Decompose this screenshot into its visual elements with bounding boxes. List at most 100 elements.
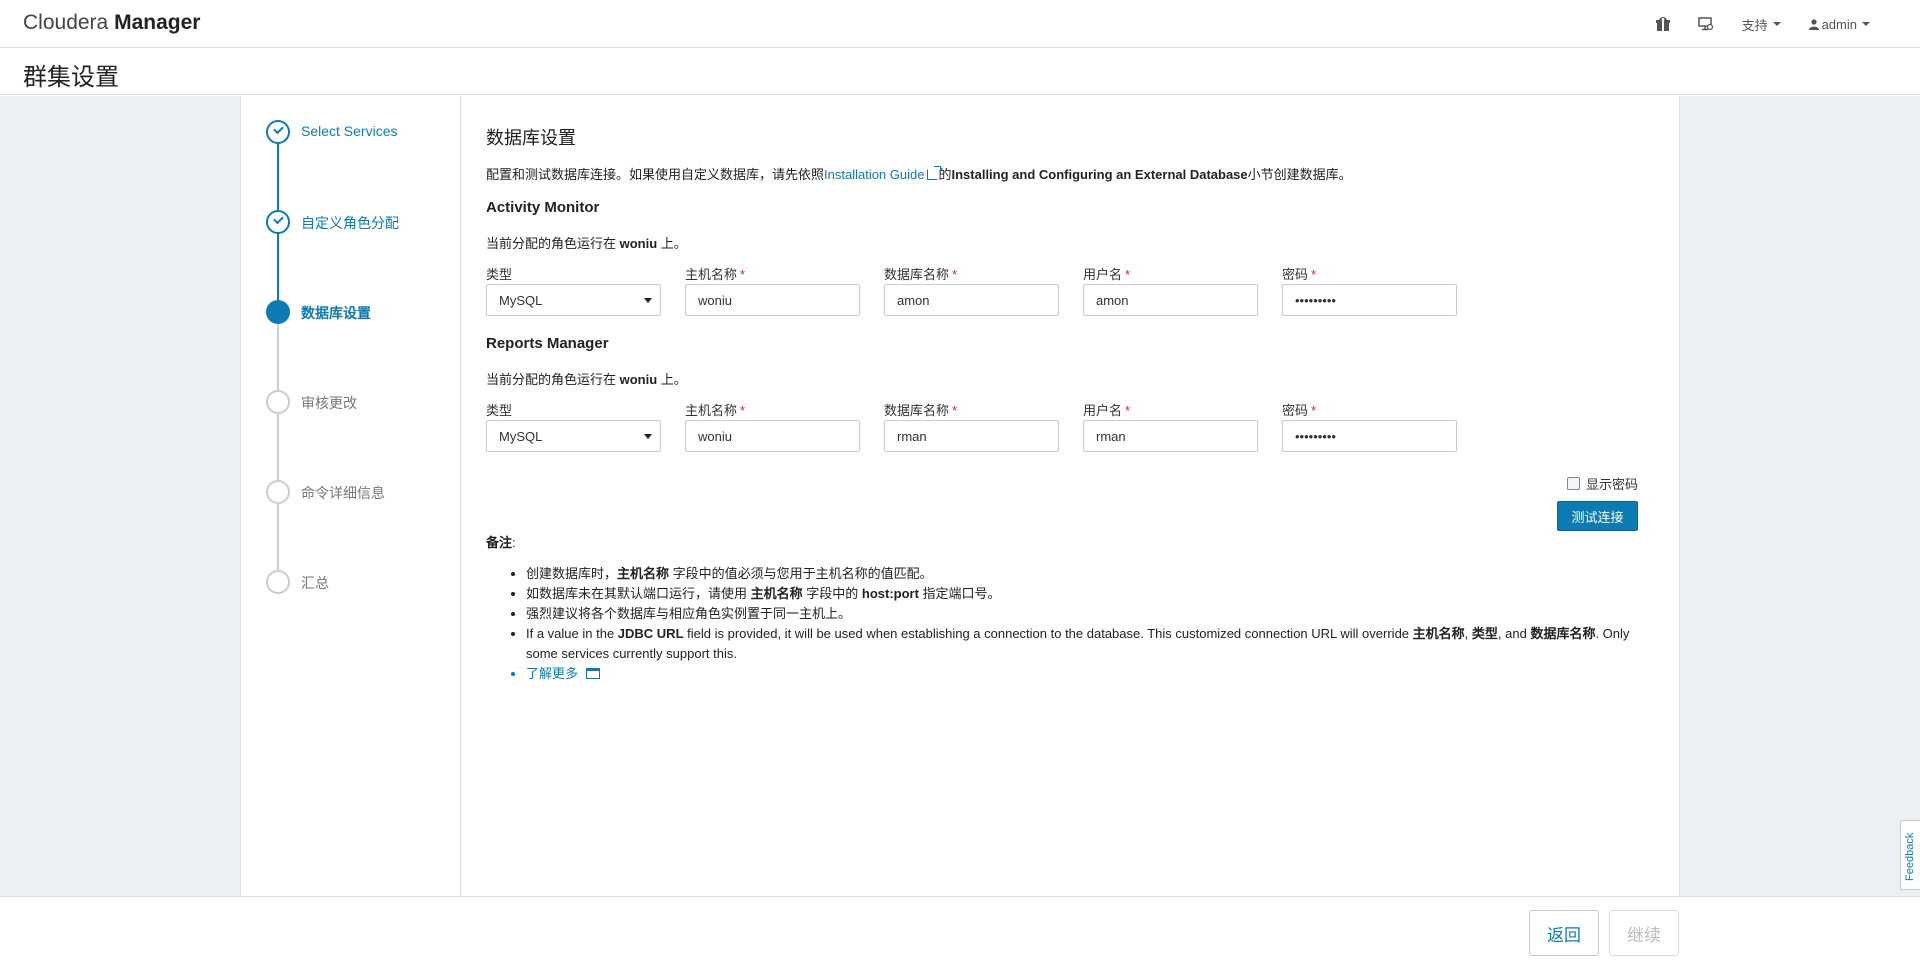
- user-icon: [1808, 18, 1819, 30]
- required-mark: *: [1125, 267, 1131, 282]
- user-label-text: 用户名: [1083, 403, 1123, 418]
- activity-monitor-title: Activity Monitor: [486, 199, 600, 216]
- user-label: 用户名 *: [1083, 400, 1258, 420]
- am-password-field: 密码 * •••••••••: [1282, 264, 1457, 316]
- select-arrow-icon: [644, 298, 652, 303]
- step-review-changes: 审核更改: [241, 390, 461, 420]
- wizard-content: 数据库设置 配置和测试数据库连接。如果使用自定义数据库，请先依照Installa…: [486, 96, 1656, 896]
- brand-logo[interactable]: Cloudera Manager: [23, 11, 200, 35]
- step-label: 命令详细信息: [301, 485, 385, 501]
- reports-manager-title: Reports Manager: [486, 335, 609, 352]
- required-mark: *: [1311, 267, 1317, 282]
- required-mark: *: [952, 403, 958, 418]
- rm-type-field: 类型 MySQL: [486, 400, 661, 452]
- required-mark: *: [740, 403, 746, 418]
- am-type-select[interactable]: MySQL: [486, 284, 661, 316]
- monitor-icon: [1697, 17, 1713, 31]
- pending-step-icon: [266, 480, 290, 504]
- gift-icon: [1655, 17, 1670, 31]
- show-password-checkbox[interactable]: [1566, 477, 1580, 490]
- step-role-assignment[interactable]: 自定义角色分配: [241, 210, 461, 240]
- installation-guide-label: Installation Guide: [824, 167, 925, 182]
- nav-right: 支持 admin: [1642, 0, 1884, 48]
- assigned-after: 上。: [657, 372, 687, 387]
- assigned-before: 当前分配的角色运行在: [486, 372, 620, 387]
- step-label: 审核更改: [301, 395, 357, 411]
- chevron-down-icon: [1772, 22, 1781, 26]
- notes-colon: :: [512, 535, 516, 550]
- am-db-input[interactable]: amon: [884, 284, 1059, 316]
- db-label-text: 数据库名称: [884, 267, 950, 282]
- feedback-tab[interactable]: Feedback: [1900, 820, 1920, 890]
- step-label: 数据库设置: [301, 305, 371, 321]
- host-label: 主机名称 *: [685, 264, 860, 284]
- am-password-input[interactable]: •••••••••: [1282, 284, 1457, 316]
- support-label: 支持: [1741, 17, 1768, 33]
- list-item: 创建数据库时，主机名称 字段中的值必须与您用于主机名称的值匹配。: [526, 564, 1656, 584]
- check-icon: [266, 120, 290, 144]
- wizard-footer: 返回 继续: [0, 896, 1920, 969]
- required-mark: *: [1311, 403, 1317, 418]
- rm-password-input[interactable]: •••••••••: [1282, 420, 1457, 452]
- activity-monitor-assigned: 当前分配的角色运行在 woniu 上。: [486, 233, 687, 252]
- rm-user-input[interactable]: rman: [1083, 420, 1258, 452]
- assigned-before: 当前分配的角色运行在: [486, 236, 620, 251]
- active-step-icon: [266, 300, 290, 324]
- learn-more-link[interactable]: 了解更多: [526, 666, 578, 681]
- select-arrow-icon: [644, 434, 652, 439]
- password-label-text: 密码: [1282, 403, 1309, 418]
- required-mark: *: [740, 267, 746, 282]
- pending-step-icon: [266, 570, 290, 594]
- show-password-toggle[interactable]: 显示密码: [1566, 474, 1638, 493]
- rm-user-field: 用户名 * rman: [1083, 400, 1258, 452]
- required-mark: *: [952, 267, 958, 282]
- intro-bold: Installing and Configuring an External D…: [951, 167, 1248, 182]
- continue-button[interactable]: 继续: [1609, 910, 1679, 956]
- am-type-field: 类型 MySQL: [486, 264, 661, 316]
- top-navbar: Cloudera Manager 支持 admin: [0, 0, 1920, 48]
- step-database-setup[interactable]: 数据库设置: [241, 300, 461, 330]
- rm-password-field: 密码 * •••••••••: [1282, 400, 1457, 452]
- window-icon: [586, 668, 601, 679]
- rm-type-select[interactable]: MySQL: [486, 420, 661, 452]
- db-label: 数据库名称 *: [884, 400, 1059, 420]
- main-area: Select Services 自定义角色分配 数据库设置 审核更改 命令详细信…: [0, 96, 1920, 896]
- step-select-services[interactable]: Select Services: [241, 120, 461, 150]
- rm-db-field: 数据库名称 * rman: [884, 400, 1059, 452]
- am-type-value: MySQL: [499, 293, 543, 308]
- feedback-label: Feedback: [1904, 832, 1916, 881]
- whats-new-button[interactable]: [1642, 0, 1684, 48]
- host-label-text: 主机名称: [685, 267, 738, 282]
- assigned-host: woniu: [619, 236, 658, 251]
- test-connection-button[interactable]: 测试连接: [1557, 501, 1638, 531]
- list-item: 强烈建议将各个数据库与相应角色实例置于同一主机上。: [526, 604, 1656, 624]
- user-label: 用户名 *: [1083, 264, 1258, 284]
- assigned-after: 上。: [657, 236, 687, 251]
- am-user-input[interactable]: amon: [1083, 284, 1258, 316]
- rm-host-input[interactable]: woniu: [685, 420, 860, 452]
- user-label: admin: [1821, 16, 1857, 32]
- wizard-panel: Select Services 自定义角色分配 数据库设置 审核更改 命令详细信…: [240, 96, 1680, 896]
- installation-guide-link[interactable]: Installation Guide: [824, 166, 942, 182]
- db-label: 数据库名称 *: [884, 264, 1059, 284]
- password-label-text: 密码: [1282, 267, 1309, 282]
- am-host-input[interactable]: woniu: [685, 284, 860, 316]
- external-link-icon: [927, 166, 942, 180]
- back-button[interactable]: 返回: [1529, 910, 1599, 956]
- rm-db-input[interactable]: rman: [884, 420, 1059, 452]
- notes-list: 创建数据库时，主机名称 字段中的值必须与您用于主机名称的值匹配。 如数据库未在其…: [526, 564, 1656, 684]
- notes-title-text: 备注: [486, 535, 513, 550]
- type-label: 类型: [486, 403, 513, 418]
- list-item: 了解更多: [526, 664, 1656, 684]
- rm-type-value: MySQL: [499, 429, 543, 444]
- user-menu[interactable]: admin: [1795, 0, 1884, 48]
- page-header: 群集设置: [0, 49, 1920, 95]
- intro-text: 配置和测试数据库连接。如果使用自定义数据库，请先依照Installation G…: [486, 164, 1352, 183]
- support-menu[interactable]: 支持: [1728, 0, 1795, 48]
- db-label-text: 数据库名称: [884, 403, 950, 418]
- rm-host-field: 主机名称 * woniu: [685, 400, 860, 452]
- host-label: 主机名称 *: [685, 400, 860, 420]
- password-label: 密码 *: [1282, 264, 1457, 284]
- host-label-text: 主机名称: [685, 403, 738, 418]
- running-commands-button[interactable]: [1684, 0, 1728, 48]
